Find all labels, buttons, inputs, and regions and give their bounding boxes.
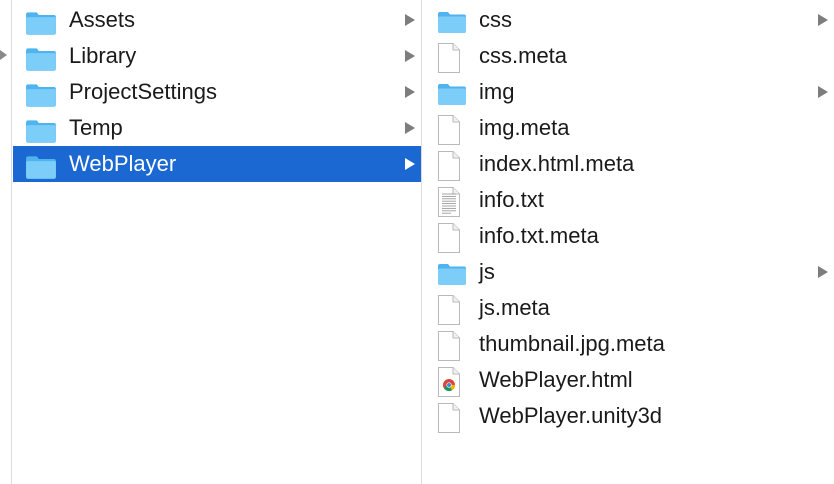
- blank-document-icon: [437, 294, 461, 326]
- list-item[interactable]: js.meta: [423, 290, 834, 326]
- folder-icon: [437, 82, 467, 106]
- list-item[interactable]: info.txt.meta: [423, 218, 834, 254]
- folder-icon: [25, 118, 57, 144]
- item-name: thumbnail.jpg.meta: [479, 331, 665, 356]
- folder-icon: [25, 82, 57, 108]
- folder-icon: [25, 10, 57, 36]
- list-item[interactable]: Temp: [13, 110, 421, 146]
- disclosure-arrow-icon: [405, 86, 415, 98]
- list-item[interactable]: css.meta: [423, 38, 834, 74]
- item-name: css: [479, 7, 512, 32]
- item-name: info.txt.meta: [479, 223, 599, 248]
- list-item[interactable]: info.txt: [423, 182, 834, 218]
- list-item[interactable]: css: [423, 2, 834, 38]
- list-item[interactable]: index.html.meta: [423, 146, 834, 182]
- list-item[interactable]: js: [423, 254, 834, 290]
- item-name: ProjectSettings: [69, 79, 217, 104]
- finder-column-2[interactable]: css css.meta img img.meta index.html.met…: [423, 0, 834, 484]
- disclosure-arrow-icon: [405, 122, 415, 134]
- list-item[interactable]: WebPlayer.unity3d: [423, 398, 834, 434]
- disclosure-arrow-icon: [818, 14, 828, 26]
- finder-column-1[interactable]: Assets Library ProjectSettings Temp WebP…: [13, 0, 422, 484]
- list-item[interactable]: Library: [13, 38, 421, 74]
- blank-document-icon: [437, 330, 461, 362]
- item-name: WebPlayer.unity3d: [479, 403, 663, 428]
- folder-icon: [25, 154, 57, 180]
- chrome-document-icon: [437, 366, 461, 398]
- item-name: WebPlayer: [69, 151, 177, 176]
- folder-icon: [25, 46, 57, 72]
- item-name: info.txt: [479, 187, 544, 212]
- list-item[interactable]: img: [423, 74, 834, 110]
- item-name: js.meta: [479, 295, 550, 320]
- item-name: img: [479, 79, 515, 104]
- folder-icon: [437, 10, 467, 34]
- disclosure-arrow-icon: [818, 266, 828, 278]
- item-name: Temp: [69, 115, 123, 140]
- blank-document-icon: [437, 114, 461, 146]
- blank-document-icon: [437, 150, 461, 182]
- blank-document-icon: [437, 222, 461, 254]
- list-item[interactable]: WebPlayer: [13, 146, 421, 182]
- item-name: WebPlayer.html: [479, 367, 633, 392]
- blank-document-icon: [437, 42, 461, 74]
- disclosure-arrow-icon: [405, 50, 415, 62]
- list-item[interactable]: WebPlayer.html: [423, 362, 834, 398]
- folder-icon: [437, 262, 467, 286]
- text-document-icon: [437, 186, 461, 218]
- list-item[interactable]: img.meta: [423, 110, 834, 146]
- disclosure-arrow-icon: [405, 14, 415, 26]
- item-name: css.meta: [479, 43, 568, 68]
- item-name: Library: [69, 43, 137, 68]
- item-name: index.html.meta: [479, 151, 635, 176]
- disclosure-arrow-icon: [405, 158, 415, 170]
- disclosure-arrow-icon: [818, 86, 828, 98]
- list-item[interactable]: Assets: [13, 2, 421, 38]
- list-item[interactable]: thumbnail.jpg.meta: [423, 326, 834, 362]
- item-name: img.meta: [479, 115, 570, 140]
- item-name: Assets: [69, 7, 136, 32]
- previous-column-edge: [0, 0, 12, 484]
- list-item[interactable]: ProjectSettings: [13, 74, 421, 110]
- blank-document-icon: [437, 402, 461, 434]
- collapsed-disclosure-icon: [0, 50, 7, 60]
- item-name: js: [479, 259, 495, 284]
